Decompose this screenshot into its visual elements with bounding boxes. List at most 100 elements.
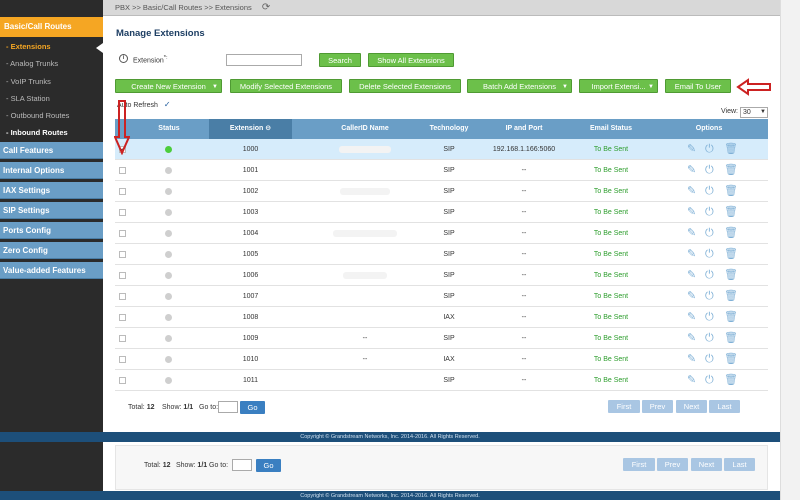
row-checkbox[interactable] [119, 335, 126, 342]
row-checkbox[interactable] [119, 272, 126, 279]
sidebar-section-sip-settings[interactable]: SIP Settings [0, 202, 103, 219]
sidebar-section-call-features[interactable]: Call Features [0, 142, 103, 159]
table-row[interactable]: 1009 -- SIP -- To Be Sent ✎ ⏻ 🗑 [115, 328, 768, 349]
sidebar-header-basic-call-routes[interactable]: Basic/Call Routes [0, 17, 103, 37]
power-icon[interactable]: ⏻ [705, 185, 714, 197]
table-row[interactable]: 1002 SIP -- To Be Sent ✎ ⏻ 🗑 [115, 181, 768, 202]
column-ip-and-port[interactable]: IP and Port [477, 119, 571, 139]
create-extension-button[interactable]: Create New Extension ▼ [115, 79, 222, 93]
power-icon[interactable]: ⏻ [705, 269, 714, 281]
row-checkbox[interactable] [119, 209, 126, 216]
pencil-icon[interactable]: ✎ [687, 311, 696, 323]
column-email-status[interactable]: Email Status [571, 119, 651, 139]
row-checkbox[interactable] [119, 356, 126, 363]
row-checkbox[interactable] [119, 188, 126, 195]
pencil-icon[interactable]: ✎ [687, 164, 696, 176]
info-icon[interactable]: i [119, 54, 128, 63]
row-checkbox[interactable] [119, 251, 126, 258]
next-page-button-lower[interactable]: Next [691, 458, 722, 471]
trash-icon[interactable]: 🗑 [724, 143, 738, 155]
power-icon[interactable]: ⏻ [705, 374, 714, 386]
last-page-button-lower[interactable]: Last [724, 458, 755, 471]
pencil-icon[interactable]: ✎ [687, 290, 696, 302]
trash-icon[interactable]: 🗑 [724, 311, 738, 323]
sidebar-item-voip-trunks[interactable]: - VoIP Trunks [0, 73, 103, 90]
trash-icon[interactable]: 🗑 [724, 374, 738, 386]
view-count-select[interactable]: 30 ▼ [740, 107, 768, 118]
power-icon[interactable]: ⏻ [705, 227, 714, 239]
power-icon[interactable]: ⏻ [705, 311, 714, 323]
trash-icon[interactable]: 🗑 [724, 332, 738, 344]
table-row[interactable]: ✓ 1000 SIP 192.168.1.166:5060 To Be Sent ✎ ⏻ 🗑 [115, 139, 768, 160]
column-status[interactable]: Status [137, 119, 201, 139]
row-checkbox[interactable] [119, 167, 126, 174]
pencil-icon[interactable]: ✎ [687, 332, 696, 344]
row-checkbox[interactable] [119, 293, 126, 300]
power-icon[interactable]: ⏻ [705, 353, 714, 365]
sidebar-item-inbound-routes[interactable]: - Inbound Routes [0, 124, 103, 141]
table-row[interactable]: 1003 SIP -- To Be Sent ✎ ⏻ 🗑 [115, 202, 768, 223]
delete-selected-button[interactable]: Delete Selected Extensions [349, 79, 461, 93]
table-row[interactable]: 1007 SIP -- To Be Sent ✎ ⏻ 🗑 [115, 286, 768, 307]
table-row[interactable]: 1010 -- IAX -- To Be Sent ✎ ⏻ 🗑 [115, 349, 768, 370]
sidebar-section-iax-settings[interactable]: IAX Settings [0, 182, 103, 199]
trash-icon[interactable]: 🗑 [724, 269, 738, 281]
column-extension[interactable]: Extension ⊖ [209, 119, 292, 139]
row-checkbox[interactable] [119, 230, 126, 237]
power-icon[interactable]: ⏻ [705, 248, 714, 260]
table-row[interactable]: 1011 SIP -- To Be Sent ✎ ⏻ 🗑 [115, 370, 768, 391]
power-icon[interactable]: ⏻ [705, 206, 714, 218]
prev-page-button[interactable]: Prev [642, 400, 673, 413]
first-page-button-lower[interactable]: First [623, 458, 655, 471]
trash-icon[interactable]: 🗑 [724, 290, 738, 302]
pencil-icon[interactable]: ✎ [687, 353, 696, 365]
pencil-icon[interactable]: ✎ [687, 227, 696, 239]
pencil-icon[interactable]: ✎ [687, 374, 696, 386]
sidebar-section-internal-options[interactable]: Internal Options [0, 162, 103, 179]
sidebar-item-analog-trunks[interactable]: - Analog Trunks [0, 55, 103, 72]
power-icon[interactable]: ⏻ [705, 164, 714, 176]
go-button-lower[interactable]: Go [256, 459, 281, 472]
last-page-button[interactable]: Last [709, 400, 740, 413]
goto-page-input-lower[interactable] [232, 459, 252, 471]
column-callerid-name[interactable]: CallerID Name [307, 119, 423, 139]
power-icon[interactable]: ⏻ [705, 290, 714, 302]
show-all-extensions-button[interactable]: Show All Extensions [368, 53, 454, 67]
row-checkbox[interactable] [119, 377, 126, 384]
trash-icon[interactable]: 🗑 [724, 353, 738, 365]
next-page-button[interactable]: Next [676, 400, 707, 413]
pencil-icon[interactable]: ✎ [687, 248, 696, 260]
search-button[interactable]: Search [319, 53, 361, 67]
extension-search-input[interactable] [226, 54, 302, 66]
table-row[interactable]: 1005 SIP -- To Be Sent ✎ ⏻ 🗑 [115, 244, 768, 265]
trash-icon[interactable]: 🗑 [724, 227, 738, 239]
pencil-icon[interactable]: ✎ [687, 269, 696, 281]
sidebar-item-sla-station[interactable]: - SLA Station [0, 90, 103, 107]
table-row[interactable]: 1006 SIP -- To Be Sent ✎ ⏻ 🗑 [115, 265, 768, 286]
trash-icon[interactable]: 🗑 [724, 248, 738, 260]
table-row[interactable]: 1004 SIP -- To Be Sent ✎ ⏻ 🗑 [115, 223, 768, 244]
power-icon[interactable]: ⏻ [705, 332, 714, 344]
trash-icon[interactable]: 🗑 [724, 164, 738, 176]
go-button[interactable]: Go [240, 401, 265, 414]
trash-icon[interactable]: 🗑 [724, 206, 738, 218]
pencil-icon[interactable]: ✎ [687, 185, 696, 197]
prev-page-button-lower[interactable]: Prev [657, 458, 688, 471]
table-row[interactable]: 1008 IAX -- To Be Sent ✎ ⏻ 🗑 [115, 307, 768, 328]
import-extensions-button[interactable]: Import Extensi... ▼ [579, 79, 658, 93]
trash-icon[interactable]: 🗑 [724, 185, 738, 197]
refresh-icon[interactable]: ⟳ [262, 0, 270, 16]
table-row[interactable]: 1001 SIP -- To Be Sent ✎ ⏻ 🗑 [115, 160, 768, 181]
sidebar-section-zero-config[interactable]: Zero Config [0, 242, 103, 259]
modify-selected-button[interactable]: Modify Selected Extensions [230, 79, 342, 93]
column-technology[interactable]: Technology [422, 119, 476, 139]
scroll-area[interactable] [780, 0, 800, 500]
row-checkbox[interactable] [119, 314, 126, 321]
first-page-button[interactable]: First [608, 400, 640, 413]
sidebar-section-ports-config[interactable]: Ports Config [0, 222, 103, 239]
sidebar-item-extensions[interactable]: - Extensions [0, 38, 103, 55]
pencil-icon[interactable]: ✎ [687, 143, 696, 155]
pencil-icon[interactable]: ✎ [687, 206, 696, 218]
email-to-user-button[interactable]: Email To User [665, 79, 731, 93]
sidebar-item-outbound-routes[interactable]: - Outbound Routes [0, 107, 103, 124]
